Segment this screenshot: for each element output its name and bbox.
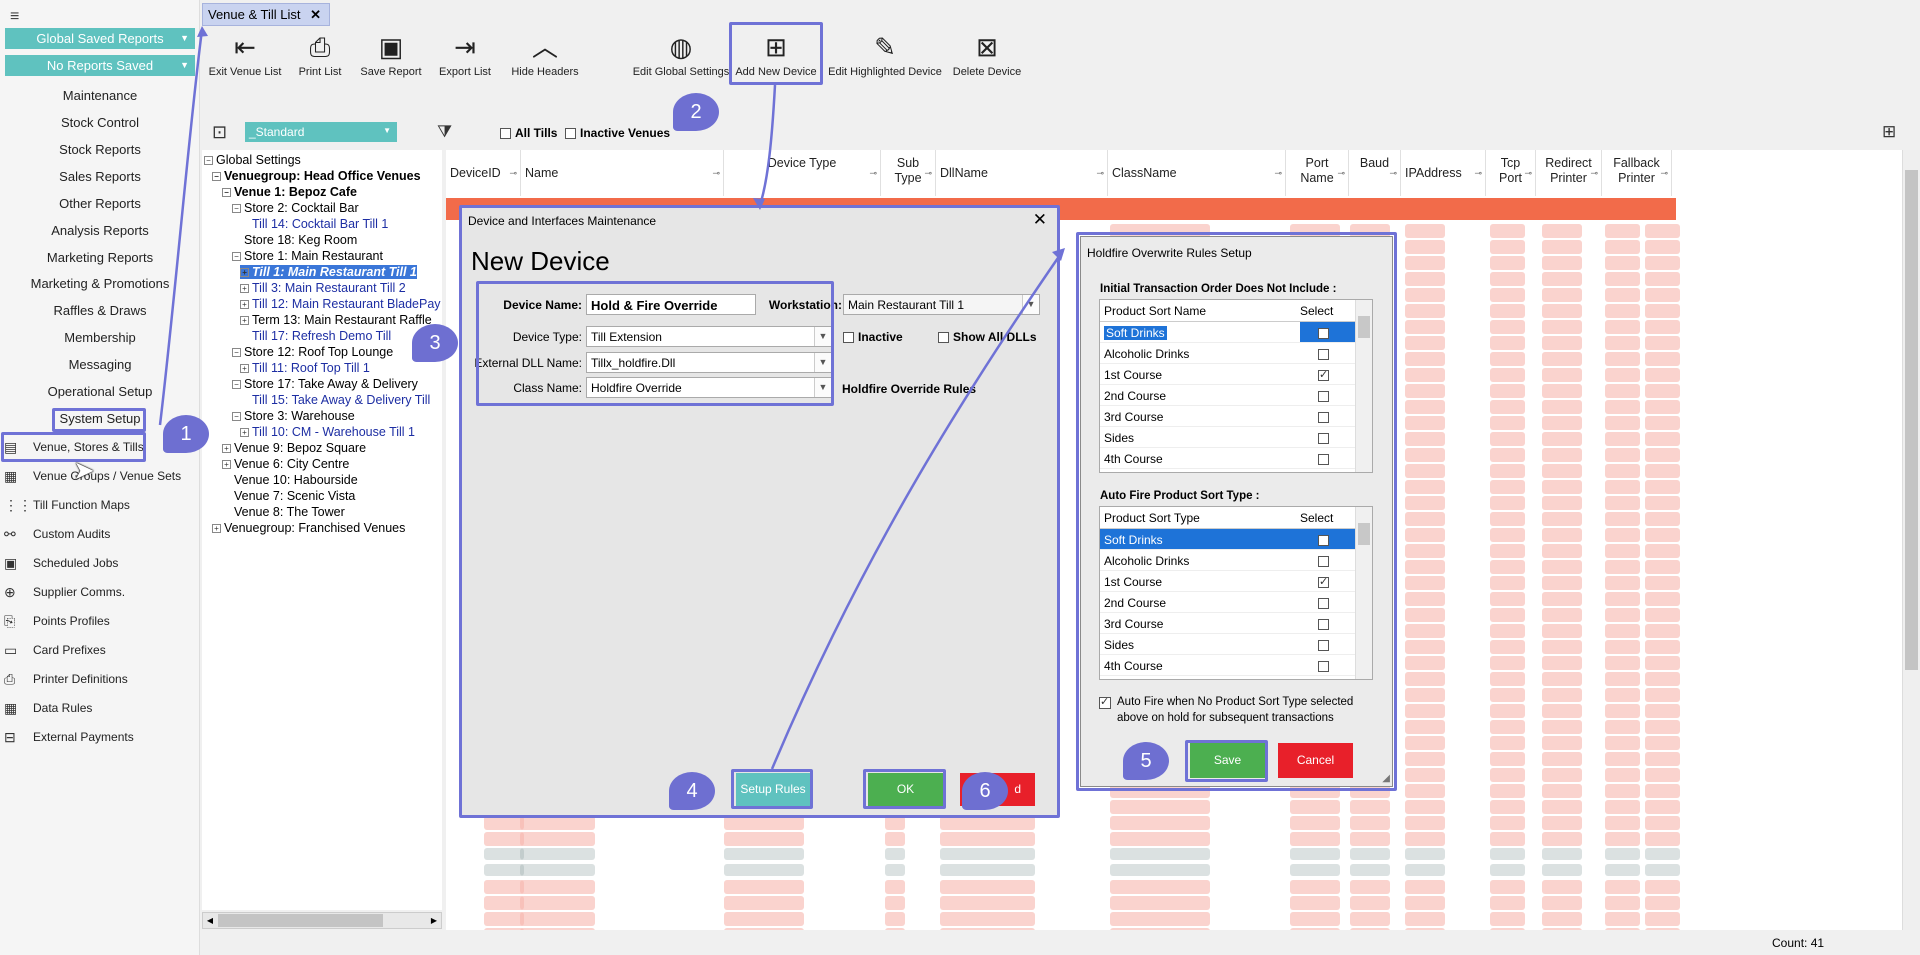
step-1-badge: 1 — [163, 415, 209, 453]
step-6-badge: 6 — [962, 772, 1008, 810]
step-3-badge: 3 — [412, 324, 458, 362]
step-4-badge: 4 — [669, 772, 715, 810]
mouse-cursor-icon: ➤ — [73, 455, 95, 485]
step-2-badge: 2 — [673, 93, 719, 131]
connector-lines — [158, 26, 1065, 770]
step-5-badge: 5 — [1123, 742, 1169, 780]
